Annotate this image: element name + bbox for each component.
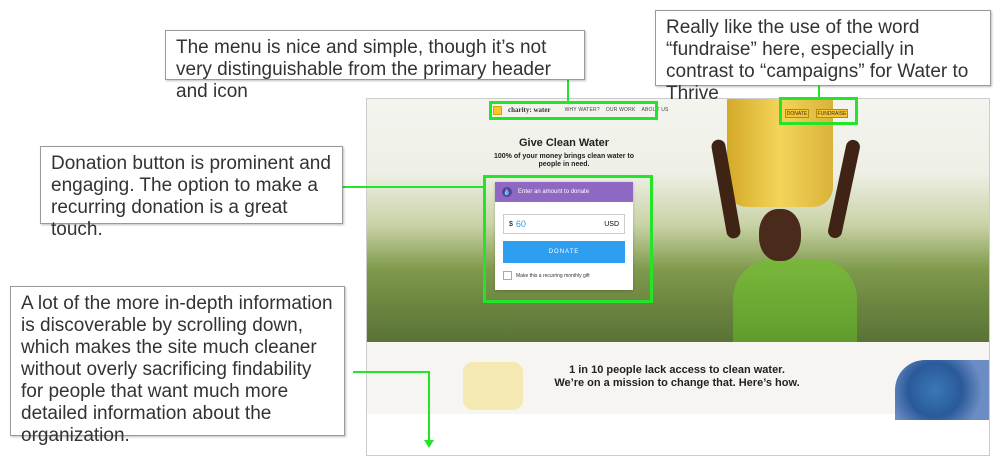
mission-line-2: We’re on a mission to change that. Here’… (554, 377, 800, 389)
child-shirt (733, 259, 857, 342)
fabric-image (895, 360, 989, 420)
menu-annotation: The menu is nice and simple, though it’s… (165, 30, 585, 102)
hero-title: Give Clean Water (518, 137, 610, 149)
mission-text: 1 in 10 people lack access to clean wate… (507, 364, 847, 390)
donation-annotation: Donation button is prominent and engagin… (40, 146, 343, 240)
scroll-arrow-icon (424, 440, 434, 448)
hero-subtitle: 100% of your money brings clean water to… (493, 153, 635, 168)
fundraise-connector (818, 86, 820, 98)
child-image (759, 209, 801, 261)
mission-line-1: 1 in 10 people lack access to clean wate… (569, 364, 785, 376)
menu-connector (567, 80, 569, 102)
menu-highlight (489, 101, 658, 120)
scroll-annotation: A lot of the more in-depth information i… (10, 286, 345, 446)
scroll-connector-v (428, 371, 430, 443)
mission-section: 1 in 10 people lack access to clean wate… (367, 342, 989, 420)
hero-section: charity: water WHY WATER? OUR WORK ABOUT… (367, 99, 989, 342)
donation-highlight (483, 175, 653, 303)
scroll-connector-h (353, 371, 429, 373)
fundraise-annotation: Really like the use of the word “fundrai… (655, 10, 991, 104)
donation-connector (343, 186, 484, 188)
website-screenshot: charity: water WHY WATER? OUR WORK ABOUT… (366, 98, 990, 456)
header-buttons-highlight (779, 97, 858, 125)
